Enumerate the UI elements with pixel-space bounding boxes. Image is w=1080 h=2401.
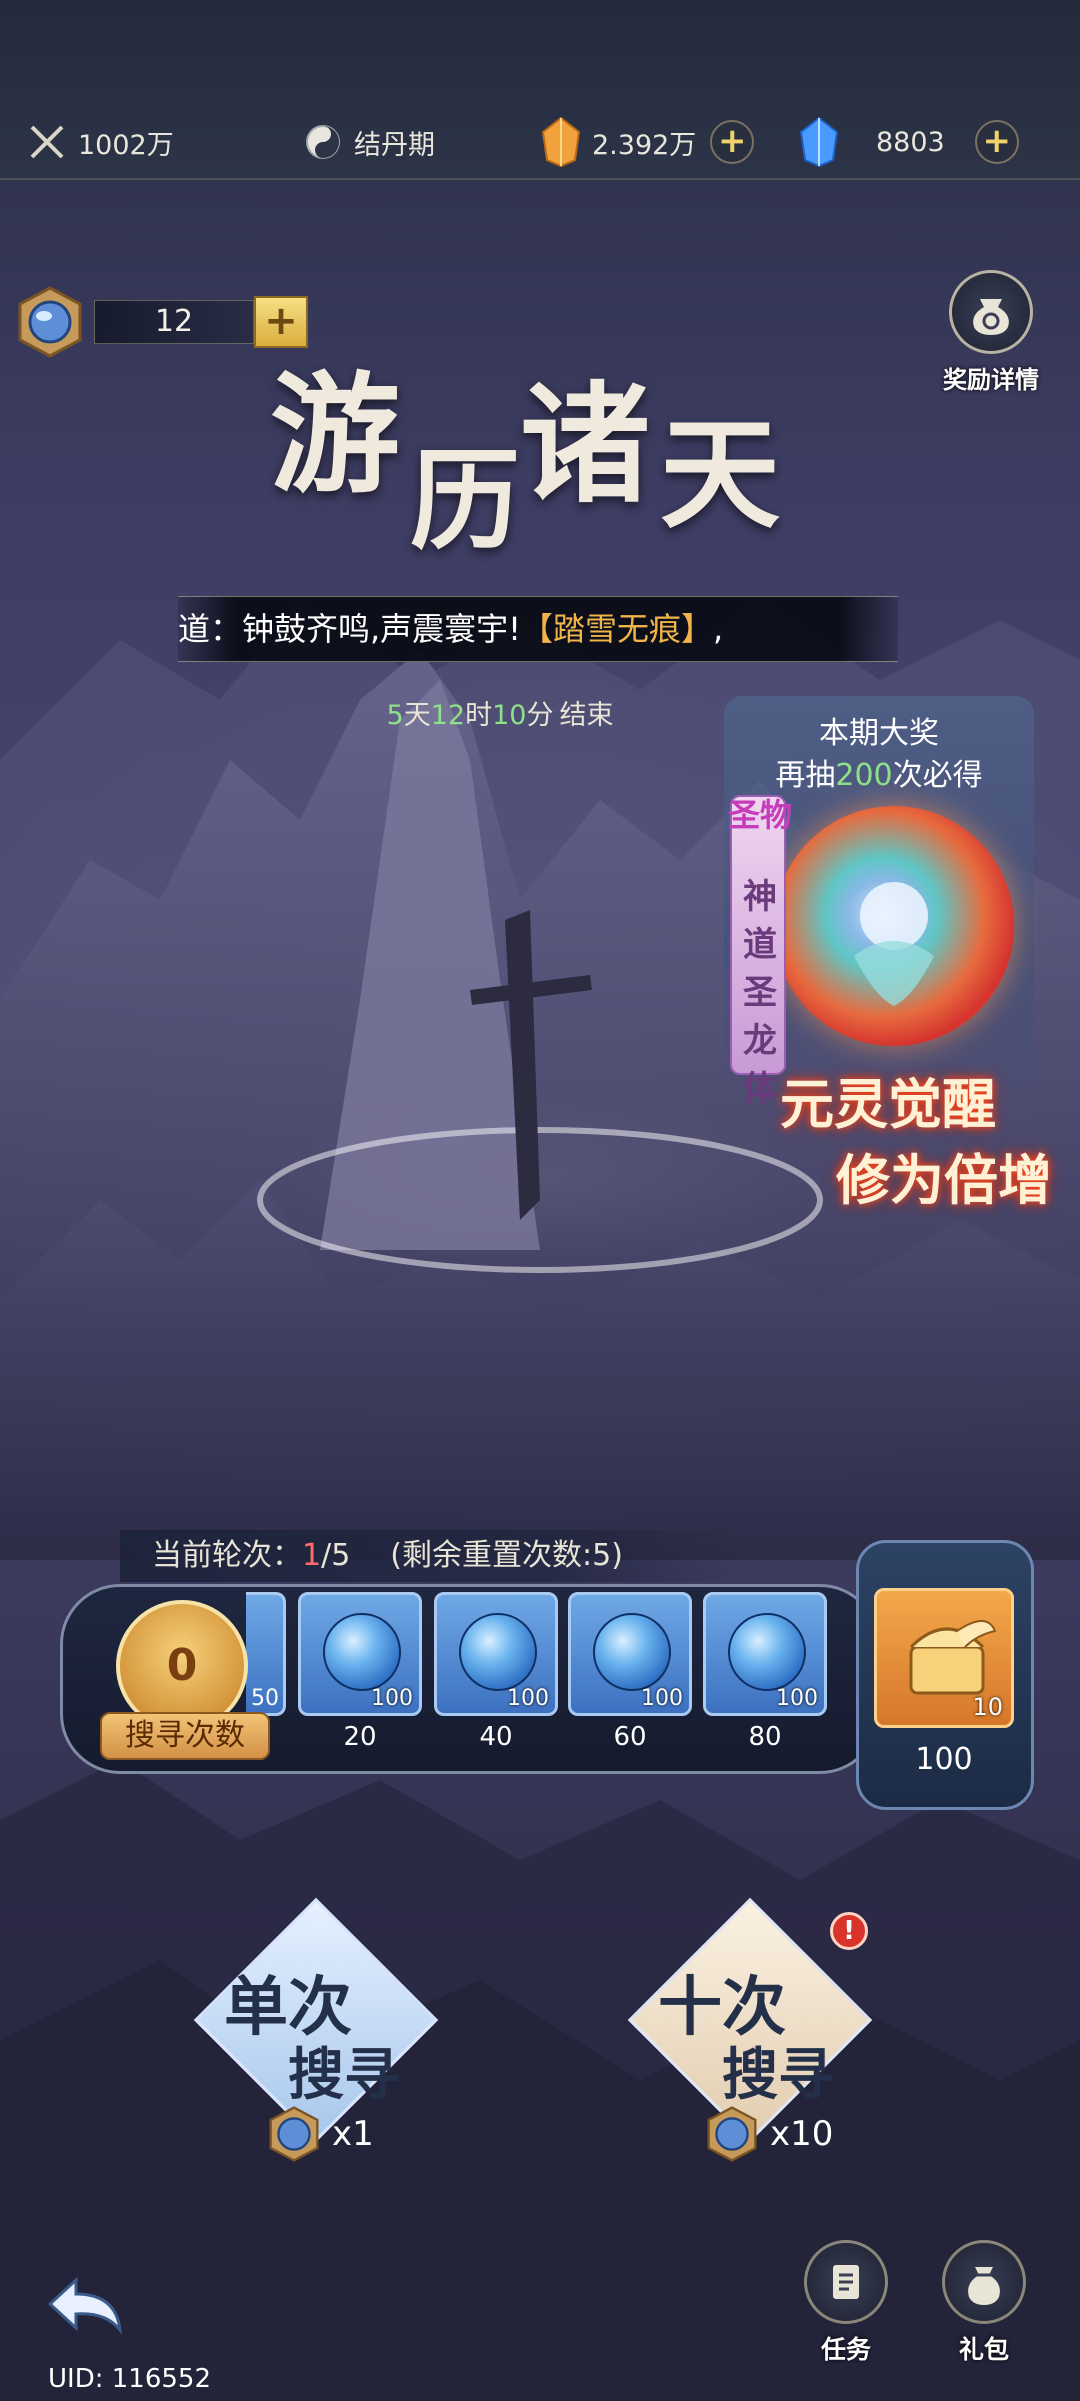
search-token-counter: 12 + xyxy=(14,286,308,358)
milestone-qty: 100 xyxy=(641,1686,683,1711)
promo-slogan: 元灵觉醒 修为倍增 xyxy=(740,1060,1060,1220)
round-label: 当前轮次： xyxy=(152,1538,302,1573)
top-resource-bar: 1002万 结丹期 2.392万 + 8803 + xyxy=(0,0,1080,180)
round-total: /5 xyxy=(321,1538,351,1573)
combat-power-value: 1002万 xyxy=(78,129,174,161)
event-countdown: 5天12时10分 结束 xyxy=(310,693,690,732)
title-char-3: 诸 xyxy=(520,368,651,521)
marquee-tail: , xyxy=(713,610,724,648)
task-button[interactable]: 任务 xyxy=(796,2240,896,2366)
partial-slot-qty: 50 xyxy=(251,1686,279,1711)
ten-search-line2: 搜寻 xyxy=(722,2042,834,2108)
money-bag-icon xyxy=(949,270,1033,354)
gem-value: 8803 xyxy=(876,126,945,158)
milestone-qty: 100 xyxy=(776,1686,818,1711)
milestone-qty: 100 xyxy=(371,1686,413,1711)
countdown-hours-unit: 时 xyxy=(465,700,493,731)
grand-prize-requirement: 再抽200次必得 xyxy=(724,750,1034,794)
single-search-cost-value: x1 xyxy=(332,2114,374,2154)
final-reward-threshold: 100 xyxy=(915,1742,973,1777)
countdown-suffix: 结束 xyxy=(559,700,614,731)
amber-crystal-icon xyxy=(538,116,584,168)
milestone-slot-partial[interactable]: 50 xyxy=(246,1592,286,1716)
milestone-slot[interactable]: 100 xyxy=(298,1592,422,1716)
search-token-icon xyxy=(707,2106,757,2162)
milestone-slot[interactable]: 100 xyxy=(703,1592,827,1716)
cultivation-realm: 结丹期 xyxy=(300,112,435,172)
gold-value: 2.392万 xyxy=(592,129,697,161)
spirit-orb-icon xyxy=(593,1613,671,1691)
spirit-orb-icon xyxy=(323,1613,401,1691)
spirit-orb-icon xyxy=(728,1613,806,1691)
milestone-slot[interactable]: 100 xyxy=(434,1592,558,1716)
milestone-slot[interactable]: 100 xyxy=(568,1592,692,1716)
user-id: UID: 116552 xyxy=(48,2364,211,2394)
requirement-prefix: 再抽 xyxy=(775,758,836,793)
gift-pack-label: 礼包 xyxy=(958,2335,1009,2364)
reward-detail-button[interactable]: 奖励详情 xyxy=(936,270,1046,395)
marquee-text: 道：钟鼓齐鸣,声震寰宇! xyxy=(178,610,522,648)
milestone-threshold: 60 xyxy=(613,1722,647,1752)
search-token-icon xyxy=(14,286,86,358)
gift-bag-icon xyxy=(942,2240,1026,2324)
round-indicator: 当前轮次：1/5 (剩余重置次数:5) xyxy=(120,1530,740,1582)
crossed-swords-icon xyxy=(24,119,70,165)
broadcast-marquee: 道：钟鼓齐鸣,声震寰宇!【踏雪无痕】, xyxy=(178,596,898,662)
round-current: 1 xyxy=(302,1538,322,1573)
marquee-highlight: 【踏雪无痕】 xyxy=(521,610,714,648)
ten-search-cost: x10 xyxy=(704,2106,833,2162)
milestone-threshold: 80 xyxy=(748,1722,782,1752)
holy-item-label: 圣物 xyxy=(727,796,792,834)
add-gold-button[interactable]: + xyxy=(710,120,755,164)
combat-power: 1002万 xyxy=(24,112,174,172)
gift-pack-button[interactable]: 礼包 xyxy=(934,2240,1034,2366)
milestone-threshold: 40 xyxy=(479,1722,513,1752)
grand-prize-title: 本期大奖 xyxy=(819,716,939,751)
single-search-line2: 搜寻 xyxy=(288,2042,400,2108)
gem-resource: 8803 + xyxy=(796,112,1019,172)
requirement-suffix: 次必得 xyxy=(892,758,983,793)
back-button[interactable] xyxy=(40,2270,130,2350)
search-count-label: 搜寻次数 xyxy=(100,1712,270,1760)
back-arrow-icon xyxy=(47,2276,123,2336)
gold-resource: 2.392万 + xyxy=(538,112,755,172)
title-char-2: 历 xyxy=(410,436,520,565)
countdown-hours: 12 xyxy=(430,700,466,731)
countdown-minutes-unit: 分 xyxy=(526,700,554,731)
holy-item-tag: 圣物 神道圣龙体 xyxy=(728,795,792,1109)
spirit-orb-icon xyxy=(459,1613,537,1691)
title-char-1: 游 xyxy=(270,358,401,511)
search-token-icon xyxy=(269,2106,319,2162)
task-label: 任务 xyxy=(820,2335,871,2364)
single-search-button[interactable]: 单次 搜寻 xyxy=(193,1897,439,2143)
countdown-minutes: 10 xyxy=(492,700,527,731)
promo-line-2: 修为倍增 xyxy=(836,1148,1052,1212)
single-search-cost: x1 xyxy=(266,2106,374,2162)
ten-search-cost-value: x10 xyxy=(770,2114,834,2154)
title-char-4: 天 xyxy=(660,404,780,545)
reset-count-text: (剩余重置次数:5) xyxy=(390,1538,623,1573)
add-gem-button[interactable]: + xyxy=(974,120,1019,164)
event-title: 游 历 诸 天 xyxy=(270,340,830,570)
milestone-qty: 100 xyxy=(507,1686,549,1711)
token-count: 12 xyxy=(94,300,254,344)
countdown-days: 5 xyxy=(386,700,404,731)
reward-detail-label: 奖励详情 xyxy=(943,366,1039,394)
countdown-days-unit: 天 xyxy=(403,700,431,731)
yin-yang-icon xyxy=(300,119,346,165)
realm-value: 结丹期 xyxy=(354,129,435,161)
alert-icon: ! xyxy=(830,1912,868,1950)
requirement-count: 200 xyxy=(835,758,893,793)
blue-crystal-icon xyxy=(796,116,842,168)
milestone-threshold: 20 xyxy=(343,1722,377,1752)
task-scroll-icon xyxy=(804,2240,888,2324)
final-reward-qty: 10 xyxy=(972,1693,1003,1721)
promo-line-1: 元灵觉醒 xyxy=(780,1072,996,1136)
dragon-body-orb-icon xyxy=(774,806,1014,1046)
final-reward-slot[interactable]: 10 xyxy=(874,1588,1014,1728)
